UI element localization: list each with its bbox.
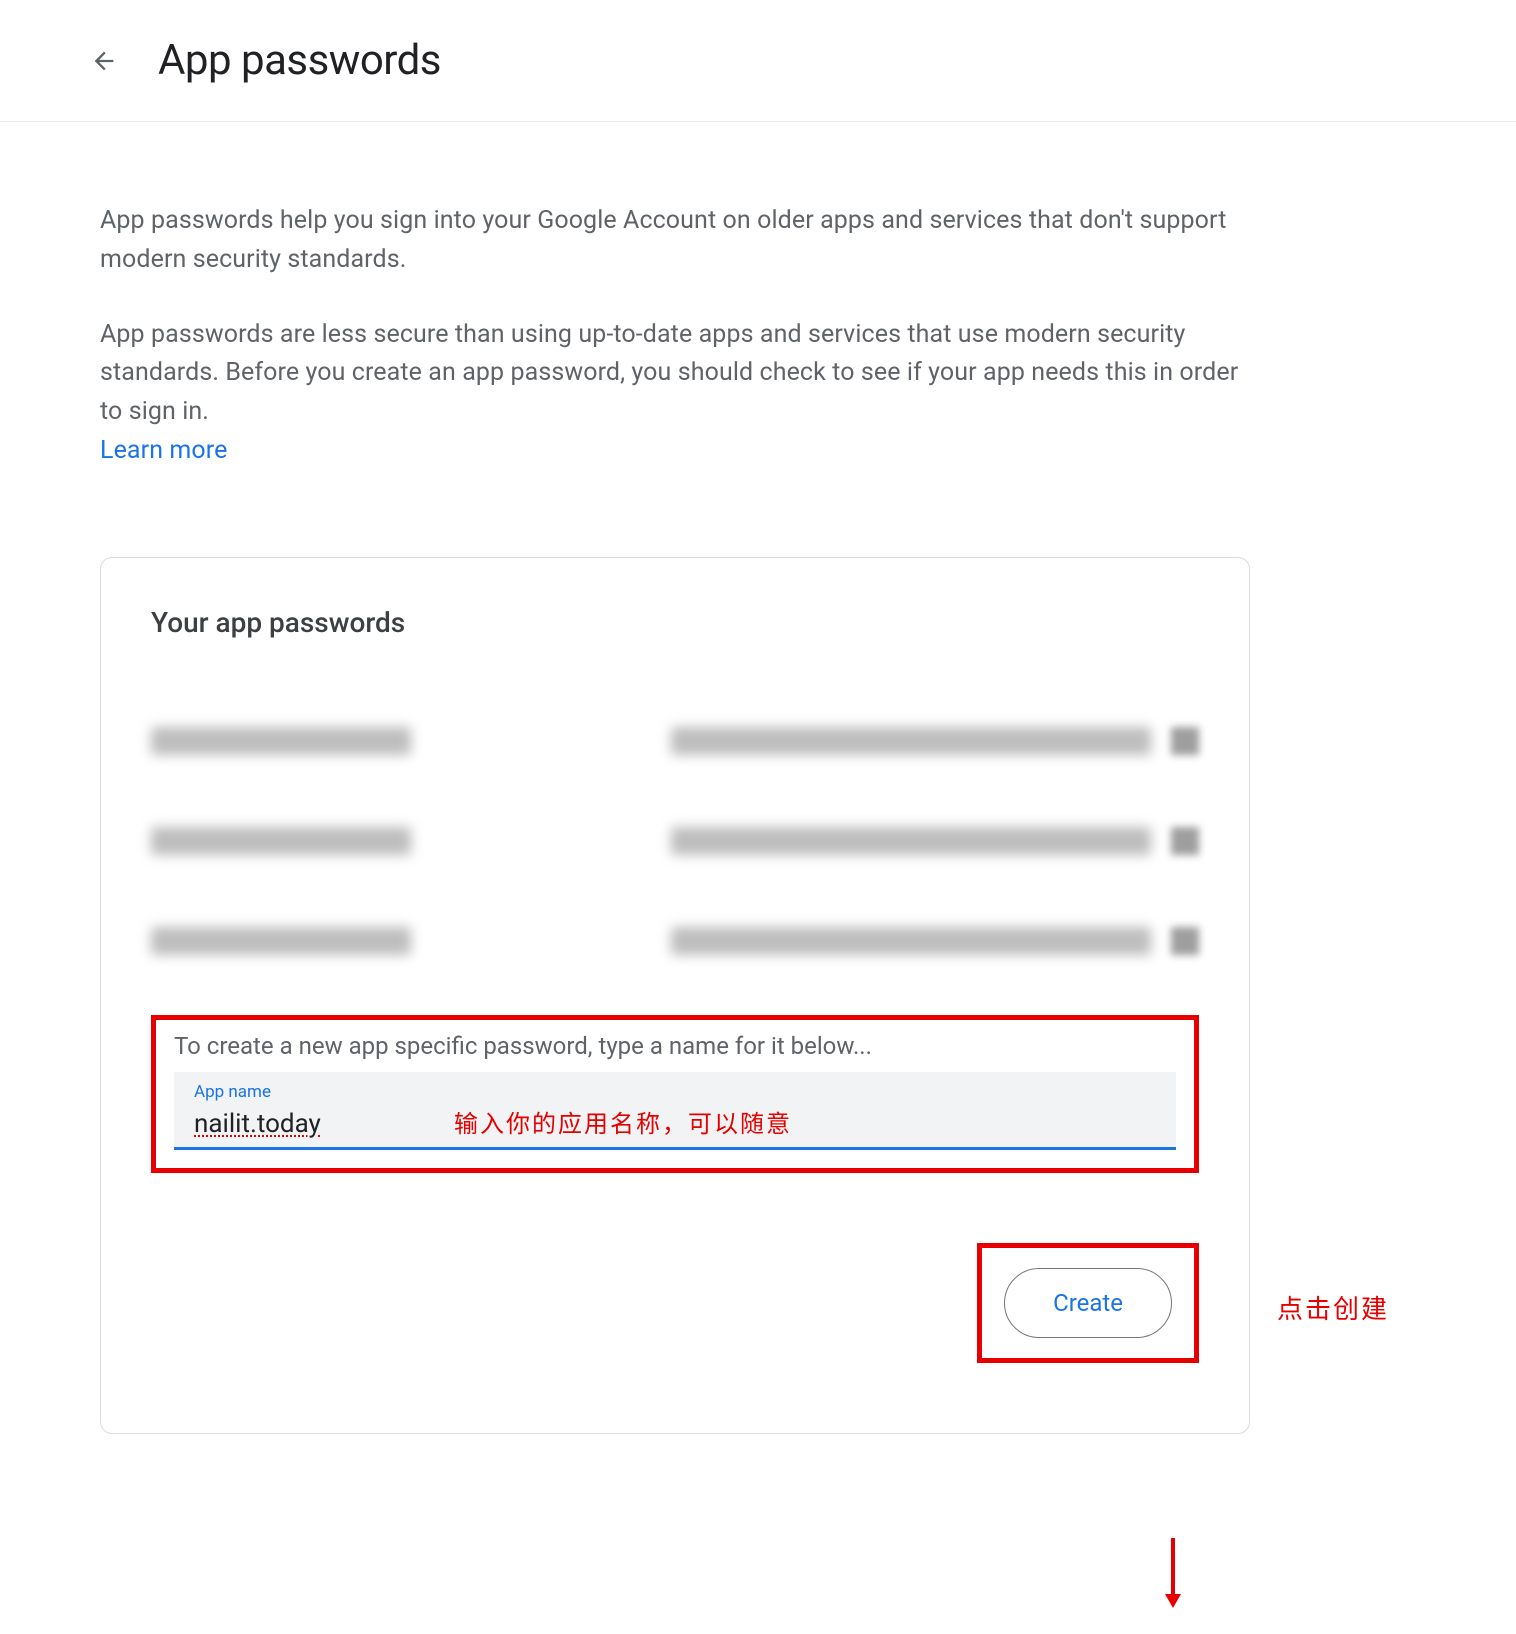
password-list: [151, 691, 1199, 991]
password-row: [151, 691, 1199, 791]
redacted-app-name: [151, 927, 411, 955]
annotation-input-highlight: To create a new app specific password, t…: [151, 1015, 1199, 1173]
redacted-app-name: [151, 727, 411, 755]
learn-more-link[interactable]: Learn more: [100, 436, 227, 465]
password-row: [151, 791, 1199, 891]
card-title: Your app passwords: [151, 606, 1199, 639]
redacted-app-name: [151, 827, 411, 855]
annotation-create-highlight: Create: [977, 1243, 1199, 1363]
app-name-input-container[interactable]: App name 输入你的应用名称，可以随意: [174, 1072, 1176, 1150]
page-header: App passwords: [0, 0, 1516, 122]
app-passwords-card: Your app passwords To create a new app s…: [100, 557, 1250, 1434]
arrow-left-icon: [90, 47, 118, 75]
main-content: App passwords help you sign into your Go…: [0, 122, 1350, 1494]
redacted-app-date: [671, 727, 1151, 755]
redacted-delete-icon[interactable]: [1171, 727, 1199, 755]
password-row: [151, 891, 1199, 991]
annotation-arrow-down-icon: [1161, 1538, 1185, 1612]
create-prompt-text: To create a new app specific password, t…: [174, 1032, 1176, 1060]
page-title: App passwords: [158, 36, 441, 85]
redacted-app-date: [671, 927, 1151, 955]
app-name-input[interactable]: [194, 1109, 394, 1139]
description-paragraph-2: App passwords are less secure than using…: [100, 316, 1250, 471]
create-button-area: Create 点击创建: [151, 1243, 1199, 1363]
redacted-delete-icon[interactable]: [1171, 827, 1199, 855]
back-arrow-button[interactable]: [90, 47, 118, 75]
annotation-input-hint: 输入你的应用名称，可以随意: [454, 1104, 792, 1139]
description-paragraph-1: App passwords help you sign into your Go…: [100, 202, 1250, 280]
app-name-input-label: App name: [194, 1082, 1156, 1102]
redacted-delete-icon[interactable]: [1171, 927, 1199, 955]
annotation-create-hint: 点击创建: [1277, 1289, 1389, 1326]
create-button[interactable]: Create: [1004, 1268, 1172, 1338]
redacted-app-date: [671, 827, 1151, 855]
